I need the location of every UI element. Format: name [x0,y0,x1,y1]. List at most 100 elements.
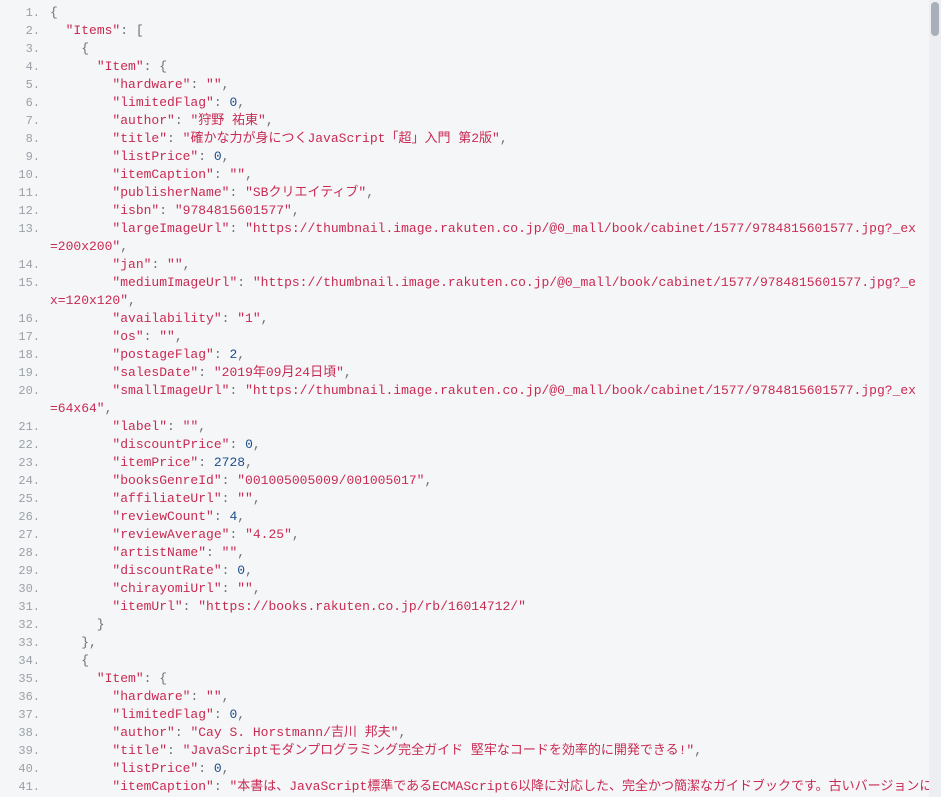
json-punct [50,779,112,794]
code-line: "smallImageUrl": "https://thumbnail.imag… [50,382,935,400]
json-string: "" [183,419,199,434]
json-key: "hardware" [112,77,190,92]
json-punct [50,77,112,92]
json-key: "listPrice" [112,149,198,164]
line-number: 35. [0,670,40,688]
code-line: "author": "狩野 祐東", [50,112,935,130]
json-string: "https://thumbnail.image.rakuten.co.jp/@… [245,221,916,236]
code-area[interactable]: { "Items": [ { "Item": { "hardware": "",… [46,0,941,797]
json-key: "author" [112,725,174,740]
json-punct: : [229,527,245,542]
json-key: "reviewCount" [112,509,213,524]
json-string: =200x200" [50,239,120,254]
code-line: "postageFlag": 2, [50,346,935,364]
line-number: 23. [0,454,40,472]
scrollbar-thumb[interactable] [931,2,939,36]
code-line: "hardware": "", [50,688,935,706]
json-string: "https://thumbnail.image.rakuten.co.jp/@… [245,383,916,398]
json-punct: : [ [120,23,143,38]
json-punct [50,383,112,398]
json-string: "JavaScriptモダンプログラミング完全ガイド 堅牢なコードを効率的に開発… [183,743,695,758]
json-punct [50,311,112,326]
code-line: "reviewCount": 4, [50,508,935,526]
json-punct: : [229,221,245,236]
json-key: "os" [112,329,143,344]
line-number: 38. [0,724,40,742]
json-punct: , [245,167,253,182]
code-line: "availability": "1", [50,310,935,328]
line-number [0,238,40,256]
code-line: "artistName": "", [50,544,935,562]
json-string: "2019年09月24日頃" [214,365,344,380]
json-punct: , [222,149,230,164]
json-punct: , [266,113,274,128]
json-key: "Items" [66,23,121,38]
line-number [0,400,40,418]
json-punct: , [261,311,269,326]
json-punct: , [253,581,261,596]
json-key: "chirayomiUrl" [112,581,221,596]
json-number: 2728 [214,455,245,470]
json-string: "https://thumbnail.image.rakuten.co.jp/@… [253,275,916,290]
json-punct [50,95,112,110]
json-key: "itemPrice" [112,455,198,470]
json-punct: : [190,77,206,92]
scrollbar-track[interactable] [929,0,941,797]
json-punct [50,329,112,344]
json-punct: , [198,419,206,434]
json-string: "" [222,545,238,560]
json-punct: , [105,401,113,416]
json-punct: : [167,419,183,434]
json-key: "listPrice" [112,761,198,776]
json-key: "reviewAverage" [112,527,229,542]
json-punct: : [214,509,230,524]
json-string: "" [159,329,175,344]
line-number: 36. [0,688,40,706]
json-punct: : [214,95,230,110]
json-punct: , [222,761,230,776]
json-punct: , [237,509,245,524]
json-key: "booksGenreId" [112,473,221,488]
code-line: "limitedFlag": 0, [50,706,935,724]
code-line: "affiliateUrl": "", [50,490,935,508]
json-punct [50,437,112,452]
json-key: "publisherName" [112,185,229,200]
json-string: "" [167,257,183,272]
json-punct [50,761,112,776]
json-key: "itemCaption" [112,779,213,794]
json-punct [50,707,112,722]
json-punct: : [198,149,214,164]
json-punct: , [175,329,183,344]
code-line: =64x64", [50,400,935,418]
json-string: "1" [237,311,260,326]
line-number: 10. [0,166,40,184]
json-string: "4.25" [245,527,292,542]
code-line: "Items": [ [50,22,935,40]
json-punct [50,149,112,164]
code-line: "jan": "", [50,256,935,274]
line-number: 31. [0,598,40,616]
code-line: "listPrice": 0, [50,148,935,166]
json-punct: , [237,545,245,560]
json-string: "Cay S. Horstmann/吉川 邦夫" [190,725,398,740]
code-line: x=120x120", [50,292,935,310]
code-line: { [50,652,935,670]
json-punct: { [50,653,89,668]
json-punct: : [229,185,245,200]
code-line: "itemPrice": 2728, [50,454,935,472]
code-line: { [50,40,935,58]
code-line: "discountRate": 0, [50,562,935,580]
json-punct: , [237,707,245,722]
json-key: "postageFlag" [112,347,213,362]
json-punct: : { [144,59,167,74]
code-line: =200x200", [50,238,935,256]
code-line: } [50,616,935,634]
json-punct: , [128,293,136,308]
json-punct [50,221,112,236]
line-number: 12. [0,202,40,220]
line-number: 26. [0,508,40,526]
line-number: 29. [0,562,40,580]
json-punct: }, [50,635,97,650]
line-number: 5. [0,76,40,94]
json-punct: : [183,599,199,614]
